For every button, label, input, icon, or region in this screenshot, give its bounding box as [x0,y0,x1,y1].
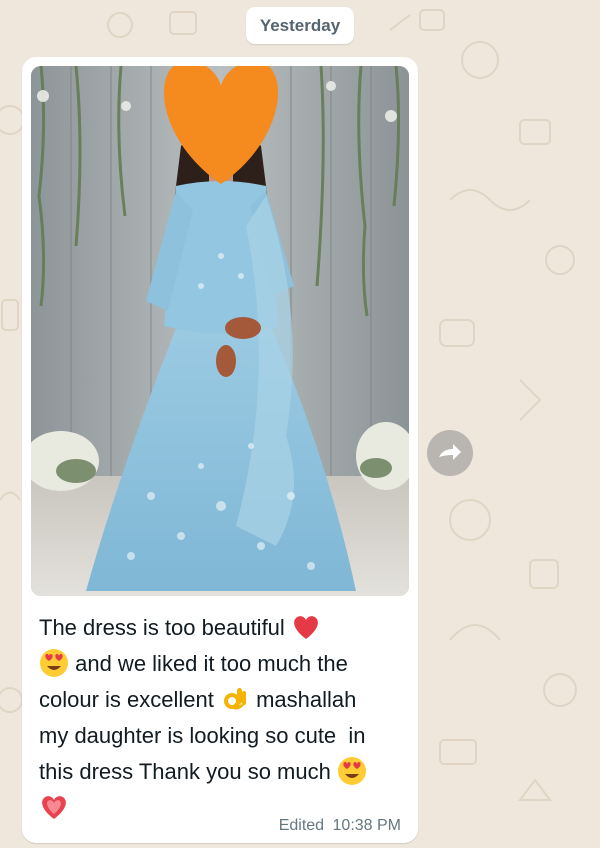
message-line: this dress Thank you so much [39,759,337,784]
message-line: my daughter is looking so cute in [39,723,366,748]
message-photo[interactable] [31,66,409,596]
heart-eyes-icon [337,756,367,786]
message-line: mashallah [249,687,357,712]
edited-label: Edited [278,817,325,834]
forward-button[interactable] [427,430,473,476]
message-line: The dress is too beautiful [39,615,291,640]
dress-photo-illustration [31,66,409,596]
message-time: 10:38 PM [332,817,401,834]
red-heart-icon [291,612,321,642]
message-line: colour is excellent [39,687,220,712]
message-text: The dress is too beautiful and we liked … [39,610,407,826]
message-line: and we liked it too much the [69,651,348,676]
message-meta: Edited 10:38 PM [279,817,401,835]
forward-icon [439,444,461,460]
sparkling-heart-icon [39,792,69,822]
heart-eyes-icon [39,648,69,678]
message-bubble[interactable]: The dress is too beautiful and we liked … [22,57,418,843]
ok-hand-icon [220,684,250,714]
date-separator: Yesterday [246,7,354,44]
